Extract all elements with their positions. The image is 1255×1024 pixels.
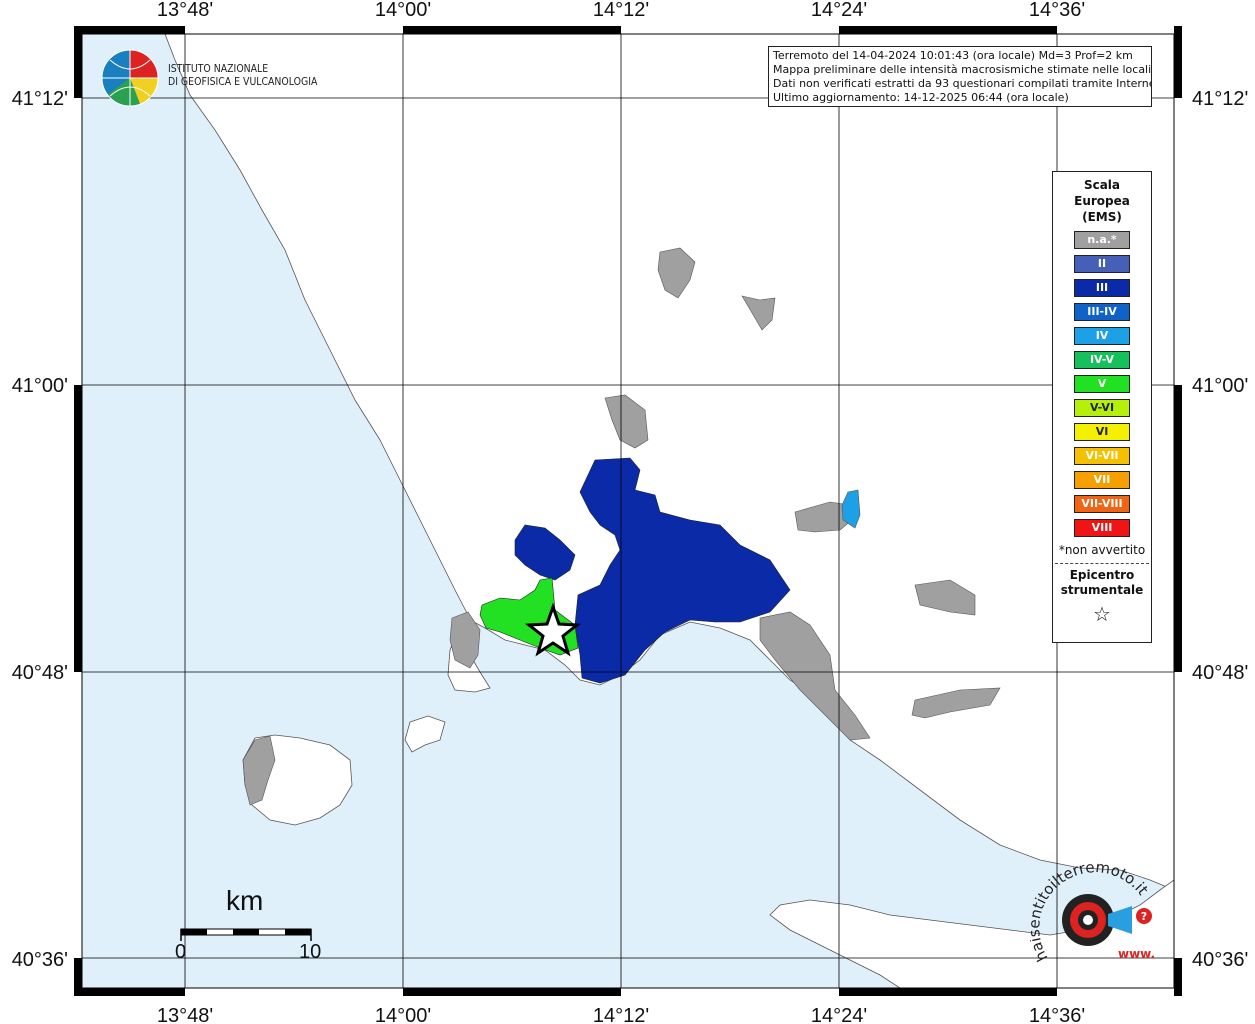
event-info-line4: Ultimo aggiornamento: 14-12-2025 06:44 (… [773, 91, 1069, 104]
scale-start: 0 [175, 941, 187, 963]
ingv-name-line1: ISTITUTO NAZIONALE [168, 62, 269, 75]
lat-tick-right-3: 40°48' [1192, 662, 1248, 684]
svg-text:?: ? [1141, 910, 1147, 923]
lat-tick-left-4: 40°36' [12, 949, 68, 971]
legend-item-v-vi: V-VI [1074, 399, 1130, 417]
lon-tick-bottom-5: 14°36' [1029, 1005, 1085, 1024]
legend-item-vi: VI [1074, 423, 1130, 441]
legend-item-iii-iv: III-IV [1074, 303, 1130, 321]
lon-tick-bottom-4: 14°24' [811, 1005, 867, 1024]
legend-epicenter-line1: Epicentro [1069, 568, 1135, 582]
legend-item-n-a: n.a.* [1074, 231, 1130, 249]
legend-items: n.a.* II III III-IV IV IV-V V V-VI VI VI-VII VII VI… [1053, 231, 1151, 537]
event-info-line2: Mappa preliminare delle intensità macros… [773, 63, 1152, 76]
legend-title-line1: Scala [1083, 178, 1121, 192]
haisentito-logo: ? haisentitoilterremoto.it www. [1025, 858, 1160, 978]
lat-tick-right-4: 40°36' [1192, 949, 1248, 971]
lon-tick-top-5: 14°36' [1029, 0, 1085, 21]
ingv-name-line2: DI GEOFISICA E VULCANOLOGIA [168, 75, 318, 88]
legend-item-vii-viii: VII-VIII [1074, 495, 1130, 513]
legend-item-ii: II [1074, 255, 1130, 273]
legend-star-icon: ☆ [1093, 602, 1111, 626]
event-info-line3: Dati non verificati estratti da 93 quest… [773, 77, 1152, 90]
legend-title-line2: Europea [1074, 194, 1130, 208]
legend-epicenter-line2: strumentale [1060, 583, 1144, 597]
legend-separator [1055, 563, 1149, 564]
lat-tick-left-1: 41°12' [12, 88, 68, 110]
lon-tick-top-1: 13°48' [157, 0, 213, 21]
ingv-logo: ISTITUTO NAZIONALE DI GEOFISICA E VULCAN… [100, 48, 320, 110]
lat-tick-right-2: 41°00' [1192, 375, 1248, 397]
lon-tick-bottom-3: 14°12' [593, 1005, 649, 1024]
scale-unit: km [226, 885, 264, 916]
legend-item-iv: IV [1074, 327, 1130, 345]
haisentito-logo-graphic: ? haisentitoilterremoto.it www. [1025, 858, 1155, 965]
lat-tick-right-1: 41°12' [1192, 88, 1248, 110]
legend-note: *non avvertito [1058, 543, 1146, 557]
lon-tick-top-4: 14°24' [811, 0, 867, 21]
lat-tick-left-2: 41°00' [12, 375, 68, 397]
legend-item-vi-vii: VI-VII [1074, 447, 1130, 465]
legend-item-iv-v: IV-V [1074, 351, 1130, 369]
legend-item-viii: VIII [1074, 519, 1130, 537]
legend-title: Scala Europea (EMS) [1053, 177, 1151, 225]
ingv-globe-icon [101, 49, 159, 107]
legend-item-iii: III [1074, 279, 1130, 297]
lon-tick-top-2: 14°00' [375, 0, 431, 21]
lat-tick-left-3: 40°48' [12, 662, 68, 684]
lon-tick-top-3: 14°12' [593, 0, 649, 21]
event-info-line1: Terremoto del 14-04-2024 10:01:43 (ora l… [773, 49, 1133, 62]
intensity-legend: Scala Europea (EMS) n.a.* II III III-IV IV IV… [1052, 171, 1152, 643]
scale-end: 10 [299, 941, 322, 963]
scale-bar: km 0 10 [170, 885, 330, 970]
lon-tick-bottom-2: 14°00' [375, 1005, 431, 1024]
legend-item-v: V [1074, 375, 1130, 393]
lon-tick-bottom-1: 13°48' [157, 1005, 213, 1024]
legend-title-line3: (EMS) [1082, 210, 1122, 224]
haisentito-logo-sub: www. [1118, 947, 1155, 961]
legend-epicenter-label: Epicentro strumentale [1053, 568, 1151, 598]
ingv-name: ISTITUTO NAZIONALE DI GEOFISICA E VULCAN… [168, 62, 317, 88]
event-info-box: Terremoto del 14-04-2024 10:01:43 (ora l… [768, 46, 1152, 107]
legend-item-vii: VII [1074, 471, 1130, 489]
